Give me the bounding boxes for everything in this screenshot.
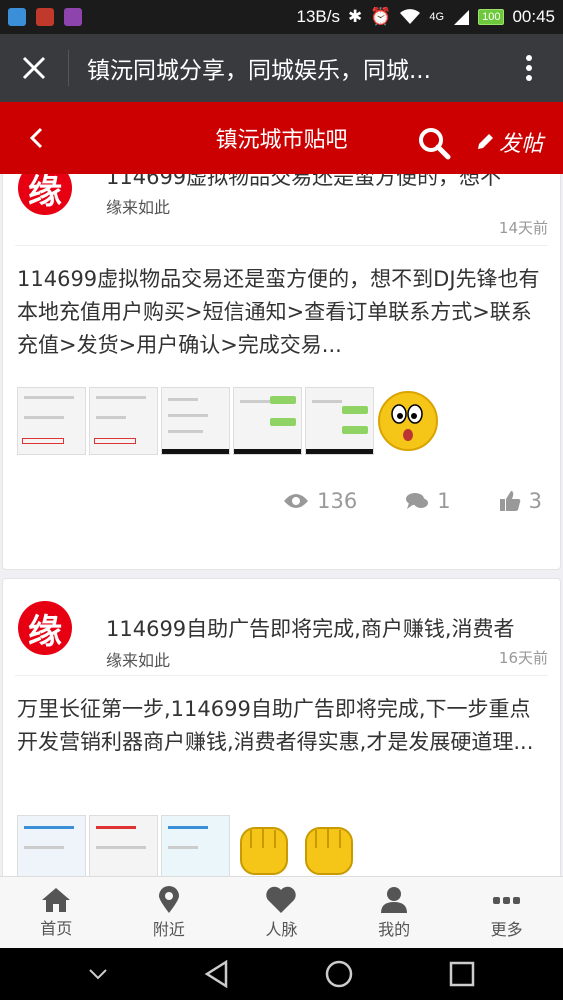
- new-post-label: 发帖: [498, 132, 543, 157]
- status-bar: 13B/s ✱ ⏰ 4G 100 00:45: [0, 0, 563, 34]
- search-icon: [419, 128, 451, 160]
- thumbs-up-icon: [499, 491, 520, 511]
- tab-home[interactable]: 首页: [0, 877, 113, 948]
- user-icon: [381, 886, 408, 913]
- post-images: [17, 387, 439, 455]
- home-circle-icon[interactable]: [325, 960, 353, 988]
- eye-icon: [284, 494, 309, 508]
- page-title: 镇沅同城分享，同城娱乐，同城...: [87, 58, 431, 84]
- comments-icon: [406, 493, 429, 509]
- post-image-thumbnail[interactable]: [161, 387, 230, 455]
- post-card[interactable]: 缘 114699虚拟物品交易还是蛮方便的，想不 缘来如此 14天前 114699…: [2, 174, 561, 570]
- post-card[interactable]: 缘 114699自助广告即将完成,商户赚钱,消费者 缘来如此 16天前 万里长征…: [2, 578, 561, 876]
- post-image-thumbnail[interactable]: [17, 815, 86, 876]
- tab-label: 我的: [378, 919, 411, 939]
- back-button[interactable]: [0, 102, 72, 174]
- hide-keyboard-icon[interactable]: [88, 968, 108, 980]
- network-speed: 13B/s: [296, 7, 340, 26]
- author-avatar[interactable]: 缘: [18, 601, 72, 655]
- qq-notification-icon: [8, 8, 26, 26]
- heart-icon: [266, 886, 297, 913]
- new-post-button[interactable]: 发帖: [475, 126, 543, 158]
- post-title[interactable]: 114699虚拟物品交易还是蛮方便的，想不: [106, 174, 546, 191]
- post-feed[interactable]: 缘 114699虚拟物品交易还是蛮方便的，想不 缘来如此 14天前 114699…: [0, 174, 563, 876]
- close-icon: [22, 56, 46, 80]
- post-time: 14天前: [498, 219, 548, 237]
- divider: [15, 675, 548, 676]
- tab-nearby[interactable]: 附近: [113, 877, 226, 948]
- view-count-value: 136: [317, 489, 358, 513]
- home-icon: [42, 887, 71, 912]
- pencil-icon: [477, 134, 493, 149]
- post-author[interactable]: 缘来如此: [106, 194, 170, 218]
- close-button[interactable]: [0, 34, 68, 102]
- fist-emoji-icon: [305, 827, 353, 875]
- post-title[interactable]: 114699自助广告即将完成,商户赚钱,消费者: [106, 613, 546, 643]
- tab-label: 人脉: [265, 919, 298, 939]
- bluetooth-icon: ✱: [347, 7, 363, 26]
- like-count[interactable]: 3: [499, 489, 542, 513]
- system-navigation-bar: [0, 948, 563, 1000]
- divider: [15, 245, 548, 246]
- back-triangle-icon[interactable]: [204, 960, 230, 988]
- fist-emoji-icon: [240, 827, 288, 875]
- surprised-emoji-icon: [378, 391, 438, 451]
- post-images: [17, 815, 360, 876]
- clock: 00:45: [512, 7, 555, 26]
- webview-title-bar: 镇沅同城分享，同城娱乐，同城...: [0, 34, 563, 102]
- post-stats: 136 1 3: [283, 489, 542, 513]
- more-dots-icon: [492, 896, 520, 904]
- location-pin-icon: [158, 885, 179, 913]
- tab-label: 首页: [40, 918, 73, 938]
- wifi-icon: [400, 9, 421, 24]
- post-image-thumbnail[interactable]: [305, 387, 374, 455]
- bottom-tab-bar: 首页 附近 人脉 我的 更多: [0, 876, 563, 948]
- view-count: 136: [283, 489, 357, 513]
- vertical-dots-icon: [526, 55, 532, 81]
- post-image-thumbnail[interactable]: [89, 387, 158, 455]
- forum-header: 镇沅城市贴吧 发帖: [0, 102, 563, 174]
- post-time: 16天前: [498, 649, 548, 667]
- signal-icon: [454, 10, 470, 25]
- like-count-value: 3: [528, 489, 542, 513]
- post-image-thumbnail[interactable]: [17, 387, 86, 455]
- tab-contacts[interactable]: 人脉: [225, 877, 338, 948]
- post-body[interactable]: 万里长征第一步,114699自助广告即将完成,下一步重点开发营销利器商户赚钱,消…: [17, 693, 548, 759]
- post-author[interactable]: 缘来如此: [106, 647, 170, 671]
- post-image-thumbnail[interactable]: [233, 387, 302, 455]
- tab-label: 附近: [152, 919, 185, 939]
- recents-square-icon[interactable]: [449, 961, 475, 987]
- author-avatar[interactable]: 缘: [18, 174, 72, 215]
- alarm-icon: ⏰: [370, 7, 392, 26]
- more-menu-button[interactable]: [495, 34, 563, 102]
- search-button[interactable]: [417, 126, 451, 164]
- post-body[interactable]: 114699虚拟物品交易还是蛮方便的，想不到DJ先锋也有本地充值用户购买>短信通…: [17, 263, 548, 362]
- tab-profile[interactable]: 我的: [338, 877, 451, 948]
- battery-indicator: 100: [478, 9, 505, 25]
- tab-more[interactable]: 更多: [450, 877, 563, 948]
- chevron-left-icon: [29, 127, 43, 149]
- comment-count-value: 1: [437, 489, 451, 513]
- comment-count[interactable]: 1: [405, 489, 451, 513]
- gallery-notification-icon: [64, 8, 82, 26]
- post-image-thumbnail[interactable]: [89, 815, 158, 876]
- network-type: 4G: [429, 11, 445, 23]
- tab-label: 更多: [490, 919, 523, 939]
- post-image-thumbnail[interactable]: [161, 815, 230, 876]
- app-notification-icon: [36, 8, 54, 26]
